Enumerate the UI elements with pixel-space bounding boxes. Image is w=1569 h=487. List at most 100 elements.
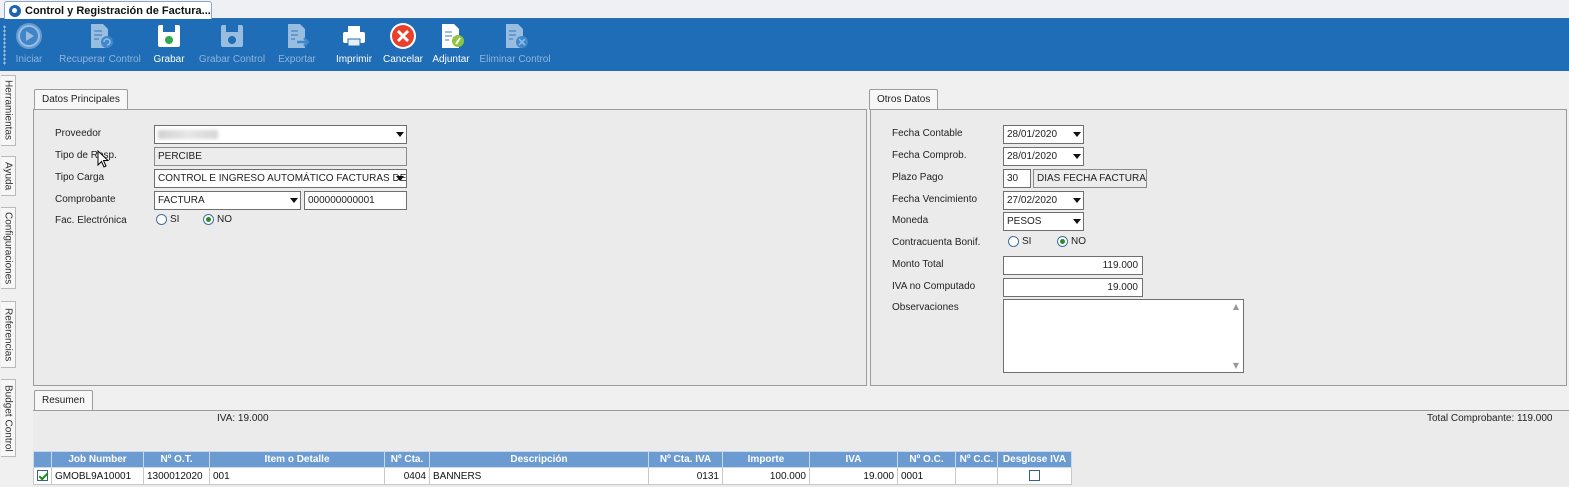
scroll-up-icon[interactable]: ▲	[1233, 302, 1239, 311]
iniciar-button[interactable]: Iniciar	[11, 22, 47, 69]
fecha-comprob-label: Fecha Comprob.	[892, 150, 967, 161]
cell-ot: 1300012020	[143, 467, 210, 485]
table-header-row: Job Number Nº O.T. Item o Detalle Nº Cta…	[33, 451, 1072, 468]
chevron-down-icon	[1073, 198, 1081, 203]
col-iva[interactable]: IVA	[809, 451, 898, 468]
col-ot[interactable]: Nº O.T.	[143, 451, 210, 468]
tab-datos-principales[interactable]: Datos Principales	[34, 89, 128, 110]
sidetab-referencias[interactable]: Referencias	[1, 301, 16, 368]
iva-no-computado-input[interactable]: 19.000	[1003, 278, 1143, 297]
moneda-label: Moneda	[892, 215, 929, 226]
chevron-down-icon	[396, 176, 404, 181]
app-logo-icon	[9, 4, 21, 17]
save-icon	[155, 22, 183, 50]
toolbar-grip[interactable]	[3, 25, 6, 65]
fac-electronica-si-radio[interactable]: SI	[156, 214, 179, 225]
attach-icon	[437, 22, 465, 50]
row-select-checkbox[interactable]	[33, 467, 52, 485]
fac-electronica-label: Fac. Electrónica	[55, 215, 127, 226]
table-row[interactable]: GMOBL9A10001 1300012020 001 0404 BANNERS…	[33, 467, 1072, 485]
cancelar-button[interactable]: Cancelar	[381, 22, 425, 69]
grabar-control-button[interactable]: Grabar Control	[196, 22, 268, 69]
plazo-pago-dias-input[interactable]: 30	[1003, 169, 1031, 188]
chevron-down-icon	[1073, 132, 1081, 137]
delete-control-icon	[501, 22, 529, 50]
toolbar: Iniciar Recuperar Control Grabar Grabar …	[0, 19, 1569, 71]
monto-total-input[interactable]: 119.000	[1003, 256, 1143, 275]
cell-cta-iva: 0131	[648, 467, 723, 485]
iva-no-computado-label: IVA no Computado	[892, 281, 976, 292]
cell-oc: 0001	[897, 467, 956, 485]
col-descripcion[interactable]: Descripción	[429, 451, 649, 468]
tab-resumen[interactable]: Resumen	[34, 390, 93, 411]
cell-descripcion: BANNERS	[429, 467, 649, 485]
cell-cta: 0404	[384, 467, 430, 485]
tipo-carga-select[interactable]: CONTROL E INGRESO AUTOMÁTICO FACTURAS DE…	[154, 169, 407, 188]
fecha-comprob-picker[interactable]: 28/01/2020	[1003, 147, 1084, 166]
chevron-down-icon	[1073, 219, 1081, 224]
proveedor-label: Proveedor	[55, 128, 102, 139]
save-control-icon	[218, 22, 246, 50]
col-importe[interactable]: Importe	[722, 451, 810, 468]
resumen-iva: IVA: 19.000	[217, 413, 269, 424]
plazo-pago-tipo-field[interactable]: DIAS FECHA FACTURA	[1033, 169, 1147, 188]
chevron-down-icon	[290, 198, 298, 203]
printer-icon	[340, 22, 368, 50]
fecha-vencimiento-label: Fecha Vencimiento	[892, 194, 978, 205]
comprobante-label: Comprobante	[55, 194, 116, 205]
sidetab-budget-control[interactable]: Budget Control	[1, 379, 16, 457]
moneda-select[interactable]: PESOS	[1003, 212, 1084, 231]
document-recover-icon	[86, 22, 114, 50]
cell-cc	[955, 467, 998, 485]
col-select[interactable]	[33, 451, 52, 468]
mouse-cursor-icon	[97, 150, 110, 168]
sidetab-ayuda[interactable]: Ayuda	[1, 156, 16, 196]
col-cta[interactable]: Nº Cta.	[384, 451, 430, 468]
chevron-down-icon	[396, 132, 404, 137]
imprimir-button[interactable]: Imprimir	[333, 22, 375, 69]
col-cta-iva[interactable]: Nº Cta. IVA	[648, 451, 723, 468]
col-cc[interactable]: Nº C.C.	[955, 451, 998, 468]
contracuenta-no-radio[interactable]: NO	[1057, 236, 1086, 247]
contracuenta-label: Contracuenta Bonif.	[892, 237, 981, 248]
observaciones-label: Observaciones	[892, 302, 959, 313]
cell-desglose-iva[interactable]	[997, 467, 1072, 485]
exportar-button[interactable]: Exportar	[272, 22, 322, 69]
comprobante-numero-input[interactable]: 000000000001	[304, 191, 407, 210]
sidetab-configuraciones[interactable]: Configuraciones	[1, 207, 16, 289]
sidetab-herramientas[interactable]: Herramientas	[1, 75, 16, 146]
resumen-table: Job Number Nº O.T. Item o Detalle Nº Cta…	[33, 451, 1072, 485]
cancel-icon	[389, 22, 417, 50]
contracuenta-si-radio[interactable]: SI	[1008, 236, 1031, 247]
proveedor-select[interactable]	[154, 125, 407, 144]
cell-job-number: GMOBL9A10001	[51, 467, 144, 485]
cell-importe: 100.000	[722, 467, 810, 485]
proveedor-value-redacted	[158, 130, 218, 139]
col-desglose-iva[interactable]: Desglose IVA	[997, 451, 1072, 468]
col-item[interactable]: Item o Detalle	[209, 451, 385, 468]
scroll-down-icon[interactable]: ▼	[1233, 361, 1239, 370]
export-icon	[283, 22, 311, 50]
document-tab[interactable]: Control y Registración de Factura...	[4, 1, 212, 19]
cell-item: 001	[209, 467, 385, 485]
resumen-total-comprobante: Total Comprobante: 119.000	[1427, 413, 1553, 424]
play-icon	[15, 22, 43, 50]
fecha-contable-label: Fecha Contable	[892, 128, 963, 139]
document-tab-title: Control y Registración de Factura...	[25, 4, 211, 17]
tipo-resp-field[interactable]: PERCIBE	[154, 147, 407, 166]
fecha-vencimiento-picker[interactable]: 27/02/2020	[1003, 191, 1084, 210]
comprobante-tipo-select[interactable]: FACTURA	[154, 191, 301, 210]
recuperar-control-button[interactable]: Recuperar Control	[56, 22, 144, 69]
grabar-button[interactable]: Grabar	[150, 22, 188, 69]
col-job-number[interactable]: Job Number	[51, 451, 144, 468]
fecha-contable-picker[interactable]: 28/01/2020	[1003, 125, 1084, 144]
plazo-pago-label: Plazo Pago	[892, 172, 944, 183]
adjuntar-button[interactable]: Adjuntar	[430, 22, 472, 69]
tab-otros-datos[interactable]: Otros Datos	[869, 89, 939, 110]
observaciones-textarea[interactable]: ▲ ▼	[1003, 299, 1244, 373]
fac-electronica-no-radio[interactable]: NO	[203, 214, 232, 225]
desglose-iva-checkbox[interactable]	[1029, 470, 1040, 482]
col-oc[interactable]: Nº O.C.	[897, 451, 956, 468]
eliminar-control-button[interactable]: Eliminar Control	[478, 22, 552, 69]
side-tabs: Herramientas Ayuda Configuraciones Refer…	[0, 71, 17, 487]
